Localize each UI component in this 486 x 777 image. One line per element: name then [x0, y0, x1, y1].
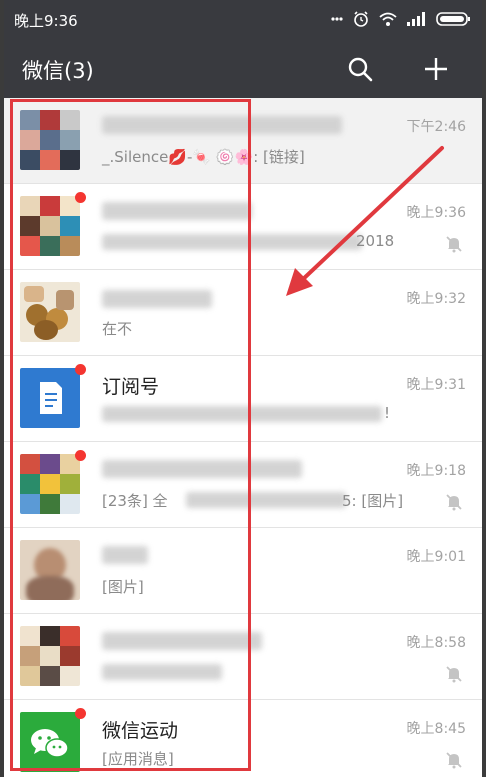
muted-bell-icon [446, 236, 462, 253]
cell-signal-icon [406, 11, 428, 27]
status-icons [330, 8, 472, 30]
chat-time: 晚上9:31 [406, 377, 466, 393]
chat-item[interactable]: [图片] 晚上9:01 [4, 528, 482, 614]
unread-badge [75, 708, 86, 719]
alarm-icon [352, 10, 370, 28]
chat-preview-tail: 5: [图片] [342, 492, 404, 510]
muted-bell-icon [446, 666, 462, 683]
chat-time: 晚上9:32 [406, 291, 466, 307]
app-header: 微信(3) [4, 38, 482, 98]
chat-preview: [图片] [102, 578, 144, 596]
search-button[interactable] [344, 53, 376, 85]
chat-preview: [应用消息] [102, 750, 174, 768]
chat-preview: 2018 [356, 232, 395, 250]
chat-preview: 在不 [102, 320, 133, 338]
chat-time: 晚上9:01 [406, 549, 466, 565]
add-button[interactable] [420, 53, 452, 85]
phone-screen: 晚上9:36 微信(3) _.Silence💋-🍬 🍥🌸: [链接] 下午2:4… [4, 0, 482, 777]
battery-icon [436, 11, 472, 27]
chat-name: 微信运动 [102, 720, 179, 742]
muted-bell-icon [446, 752, 462, 769]
chat-list: _.Silence💋-🍬 🍥🌸: [链接] 下午2:46 2018 晚上9:36… [4, 98, 482, 777]
chat-time: 晚上8:58 [406, 635, 466, 651]
chat-item[interactable]: 在不 晚上9:32 [4, 270, 482, 356]
chat-item[interactable]: [23条] 全 5: [图片] 晚上9:18 [4, 442, 482, 528]
subscription-doc-icon [40, 382, 62, 414]
chat-preview: [23条] 全 [102, 492, 168, 510]
chat-item[interactable]: 2018 晚上9:36 [4, 184, 482, 270]
avatar [20, 192, 86, 256]
status-time: 晚上9:36 [14, 12, 78, 30]
avatar [20, 626, 80, 686]
page-title: 微信(3) [22, 59, 94, 83]
muted-bell-icon [446, 494, 462, 511]
chat-time: 晚上8:45 [406, 721, 466, 737]
unread-badge [75, 450, 86, 461]
chat-time: 晚上9:18 [406, 463, 466, 479]
chat-item[interactable]: 晚上8:58 [4, 614, 482, 700]
avatar [20, 708, 86, 772]
signal-dots-icon [330, 12, 344, 26]
chat-preview: _.Silence💋-🍬 🍥🌸: [链接] [102, 148, 305, 166]
chat-item[interactable]: _.Silence💋-🍬 🍥🌸: [链接] 下午2:46 [4, 98, 482, 184]
unread-badge [75, 192, 86, 203]
search-icon [348, 57, 373, 82]
chat-preview: ! [384, 404, 391, 422]
avatar [20, 282, 80, 342]
avatar [20, 364, 86, 428]
avatar [20, 110, 80, 170]
status-bar: 晚上9:36 [4, 0, 482, 38]
wechat-bubbles-icon [31, 729, 69, 758]
chat-time: 下午2:46 [406, 119, 466, 135]
chat-time: 晚上9:36 [406, 205, 466, 221]
plus-icon [425, 58, 447, 80]
chat-item[interactable]: 订阅号 ! 晚上9:31 [4, 356, 482, 442]
avatar [20, 540, 80, 600]
chat-item[interactable]: 微信运动 [应用消息] 晚上8:45 [4, 700, 482, 777]
chat-name: 订阅号 [102, 376, 160, 398]
wifi-icon [378, 11, 398, 27]
avatar [20, 450, 86, 514]
unread-badge [75, 364, 86, 375]
